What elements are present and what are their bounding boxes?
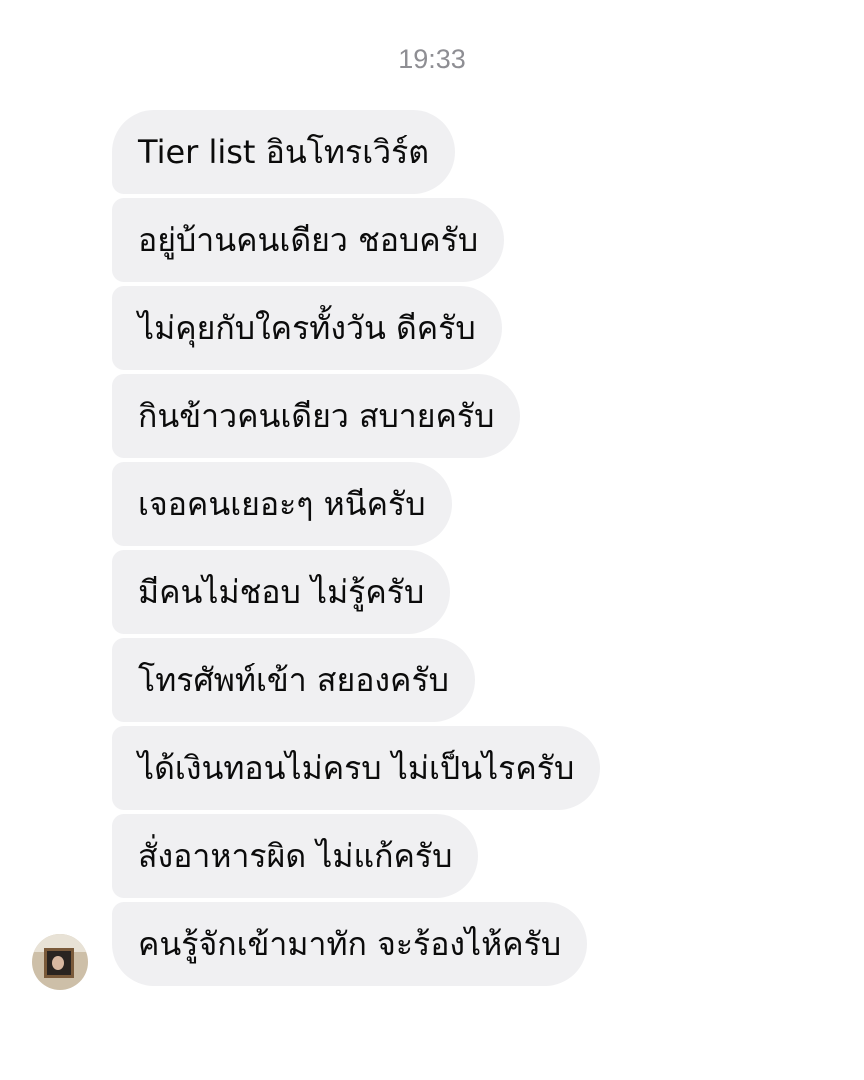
message-bubble[interactable]: เจอคนเยอะๆ หนีครับ	[112, 462, 452, 546]
message-bubble[interactable]: ได้เงินทอนไม่ครบ ไม่เป็นไรครับ	[112, 726, 601, 810]
avatar-face	[52, 956, 64, 970]
sender-avatar[interactable]	[32, 934, 88, 990]
message-bubble[interactable]: คนรู้จักเข้ามาทัก จะร้องไห้ครับ	[112, 902, 588, 986]
message-timestamp: 19:33	[398, 44, 466, 74]
message-bubble[interactable]: โทรศัพท์เข้า สยองครับ	[112, 638, 475, 722]
message-bubble[interactable]: ไม่คุยกับใครทั้งวัน ดีครับ	[112, 286, 502, 370]
message-thread: Tier list อินโทรเวิร์ต อยู่บ้านคนเดียว ช…	[112, 110, 752, 990]
message-bubble[interactable]: อยู่บ้านคนเดียว ชอบครับ	[112, 198, 505, 282]
message-bubble[interactable]: กินข้าวคนเดียว สบายครับ	[112, 374, 521, 458]
message-bubble[interactable]: สั่งอาหารผิด ไม่แก้ครับ	[112, 814, 479, 898]
message-bubble[interactable]: Tier list อินโทรเวิร์ต	[112, 110, 456, 194]
message-bubble[interactable]: มีคนไม่ชอบ ไม่รู้ครับ	[112, 550, 451, 634]
